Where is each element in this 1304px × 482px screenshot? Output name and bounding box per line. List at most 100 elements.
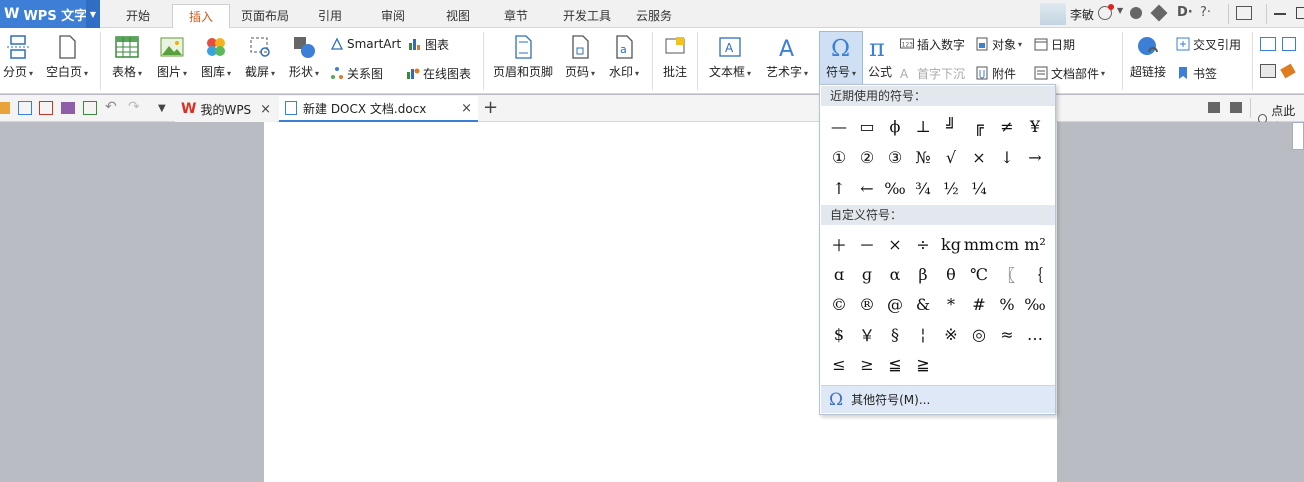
symbol-cell[interactable]: №: [909, 143, 937, 171]
symbol-cell[interactable]: →: [1021, 143, 1049, 171]
doc-tab-docx[interactable]: 新建 DOCX 文档.docx ×: [279, 96, 478, 122]
new-tab-icon[interactable]: +: [483, 97, 498, 118]
avatar[interactable]: [1040, 3, 1066, 25]
symbol-cell[interactable]: ×: [965, 143, 993, 171]
page-break-button[interactable]: 分页 ▾: [0, 34, 36, 80]
field-shading-icon[interactable]: [1260, 64, 1276, 78]
export-pdf-icon[interactable]: [39, 101, 53, 115]
symbol-cell[interactable]: ⊥: [909, 112, 937, 140]
symbol-cell[interactable]: ½: [937, 174, 965, 202]
redo-icon[interactable]: ↷: [128, 99, 140, 115]
symbol-cell[interactable]: ¥: [1021, 112, 1049, 140]
smartart-button[interactable]: SmartArt: [330, 34, 401, 54]
symbol-cell[interactable]: ③: [881, 143, 909, 171]
symbol-cell[interactable]: #: [965, 290, 993, 318]
symbol-cell[interactable]: ②: [853, 143, 881, 171]
symbol-cell[interactable]: kg: [937, 230, 965, 258]
symbol-cell[interactable]: $: [825, 320, 853, 348]
play-icon[interactable]: [1208, 102, 1220, 113]
symbol-cell[interactable]: β: [909, 260, 937, 288]
symbol-cell[interactable]: ｛: [1021, 260, 1049, 288]
symbol-cell[interactable]: ※: [937, 320, 965, 348]
symbol-button[interactable]: Ω 符号 ▾: [819, 34, 863, 80]
comment-button[interactable]: 批注: [658, 34, 692, 80]
symbol-cell[interactable]: ╝: [937, 112, 965, 140]
textbox-button[interactable]: A 文本框 ▾: [703, 34, 757, 80]
hyperlink-button[interactable]: 超链接: [1128, 34, 1168, 80]
symbol-cell[interactable]: m²: [1021, 230, 1049, 258]
side-panel-tab[interactable]: [1292, 122, 1304, 150]
wordart-button[interactable]: A 艺术字 ▾: [760, 34, 814, 80]
symbol-cell[interactable]: ¾: [909, 174, 937, 202]
symbol-cell[interactable]: ≈: [993, 320, 1021, 348]
symbol-cell[interactable]: ϕ: [881, 112, 909, 140]
chevron-down-icon[interactable]: ▼: [86, 0, 100, 28]
watermark-button[interactable]: a 水印 ▾: [604, 34, 644, 80]
symbol-cell[interactable]: …: [1021, 320, 1049, 348]
tab-3[interactable]: 引用: [302, 4, 358, 28]
symbol-cell[interactable]: ＋: [825, 230, 853, 258]
open-folder-icon[interactable]: [0, 102, 10, 114]
gallery-button[interactable]: 图库 ▾: [196, 34, 236, 80]
symbol-cell[interactable]: ≤: [825, 350, 853, 378]
symbol-cell[interactable]: ÷: [909, 230, 937, 258]
checkbox-field-icon[interactable]: [1282, 37, 1296, 51]
symbol-cell[interactable]: ©: [825, 290, 853, 318]
symbol-cell[interactable]: θ: [937, 260, 965, 288]
attachment-button[interactable]: 附件: [975, 63, 1016, 83]
symbol-cell[interactable]: ╔: [965, 112, 993, 140]
close-icon[interactable]: ×: [461, 101, 472, 116]
tab-5[interactable]: 视图: [430, 4, 486, 28]
symbol-cell[interactable]: ≠: [993, 112, 1021, 140]
symbol-cell[interactable]: @: [881, 290, 909, 318]
table-button[interactable]: 表格 ▾: [107, 34, 147, 80]
tab-1[interactable]: 插入: [172, 4, 230, 29]
symbol-cell[interactable]: ¦: [909, 320, 937, 348]
screenshot-button[interactable]: 截屏 ▾: [240, 34, 280, 80]
symbol-cell[interactable]: *: [937, 290, 965, 318]
symbol-cell[interactable]: §: [881, 320, 909, 348]
tab-2[interactable]: 页面布局: [232, 4, 298, 28]
bookmark-button[interactable]: 书签: [1176, 63, 1217, 83]
tab-0[interactable]: 开始: [110, 4, 166, 28]
print-preview-icon[interactable]: [83, 101, 97, 115]
close-icon[interactable]: ×: [260, 102, 271, 117]
skin-icon[interactable]: [1130, 7, 1142, 19]
more-symbols-button[interactable]: Ω 其他符号(M)...: [821, 385, 1055, 413]
user-name[interactable]: 李敏: [1070, 6, 1094, 23]
symbol-cell[interactable]: ≦: [881, 350, 909, 378]
symbol-cell[interactable]: ≥: [853, 350, 881, 378]
doc-tab-mywps[interactable]: W 我的WPS ×: [175, 96, 277, 122]
cross-reference-button[interactable]: 交叉引用: [1176, 34, 1241, 54]
share-icon[interactable]: D·: [1177, 5, 1193, 20]
symbol-cell[interactable]: α: [881, 260, 909, 288]
symbol-cell[interactable]: √: [937, 143, 965, 171]
symbol-cell[interactable]: ¼: [965, 174, 993, 202]
symbol-cell[interactable]: ‰: [1021, 290, 1049, 318]
symbol-cell[interactable]: ①: [825, 143, 853, 171]
symbol-cell[interactable]: ↑: [825, 174, 853, 202]
symbol-cell[interactable]: ℃: [965, 260, 993, 288]
symbol-cell[interactable]: %: [993, 290, 1021, 318]
save-icon[interactable]: [18, 101, 32, 115]
chart-button[interactable]: 图表: [408, 34, 449, 54]
symbol-cell[interactable]: ɑ: [825, 260, 853, 288]
symbol-cell[interactable]: －: [853, 230, 881, 258]
tab-6[interactable]: 章节: [488, 4, 544, 28]
symbol-cell[interactable]: &: [909, 290, 937, 318]
picture-button[interactable]: 图片 ▾: [152, 34, 192, 80]
restore-ribbon-icon[interactable]: [1236, 6, 1252, 20]
blank-page-button[interactable]: 空白页 ▾: [42, 34, 92, 80]
doc-parts-button[interactable]: 文档部件 ▾: [1034, 63, 1105, 83]
symbol-cell[interactable]: mm: [964, 230, 994, 258]
minimize-icon[interactable]: [1274, 13, 1286, 15]
print-icon[interactable]: [61, 102, 75, 114]
online-chart-button[interactable]: 在线图表: [406, 63, 471, 83]
object-button[interactable]: 对象 ▾: [975, 34, 1022, 54]
symbol-cell[interactable]: ≧: [909, 350, 937, 378]
header-footer-button[interactable]: 页眉和页脚: [490, 34, 556, 80]
formula-button[interactable]: π 公式: [864, 34, 896, 80]
drop-cap-button[interactable]: A 首字下沉: [900, 63, 965, 83]
date-button[interactable]: 日期: [1034, 34, 1075, 54]
tab-4[interactable]: 审阅: [362, 4, 424, 28]
